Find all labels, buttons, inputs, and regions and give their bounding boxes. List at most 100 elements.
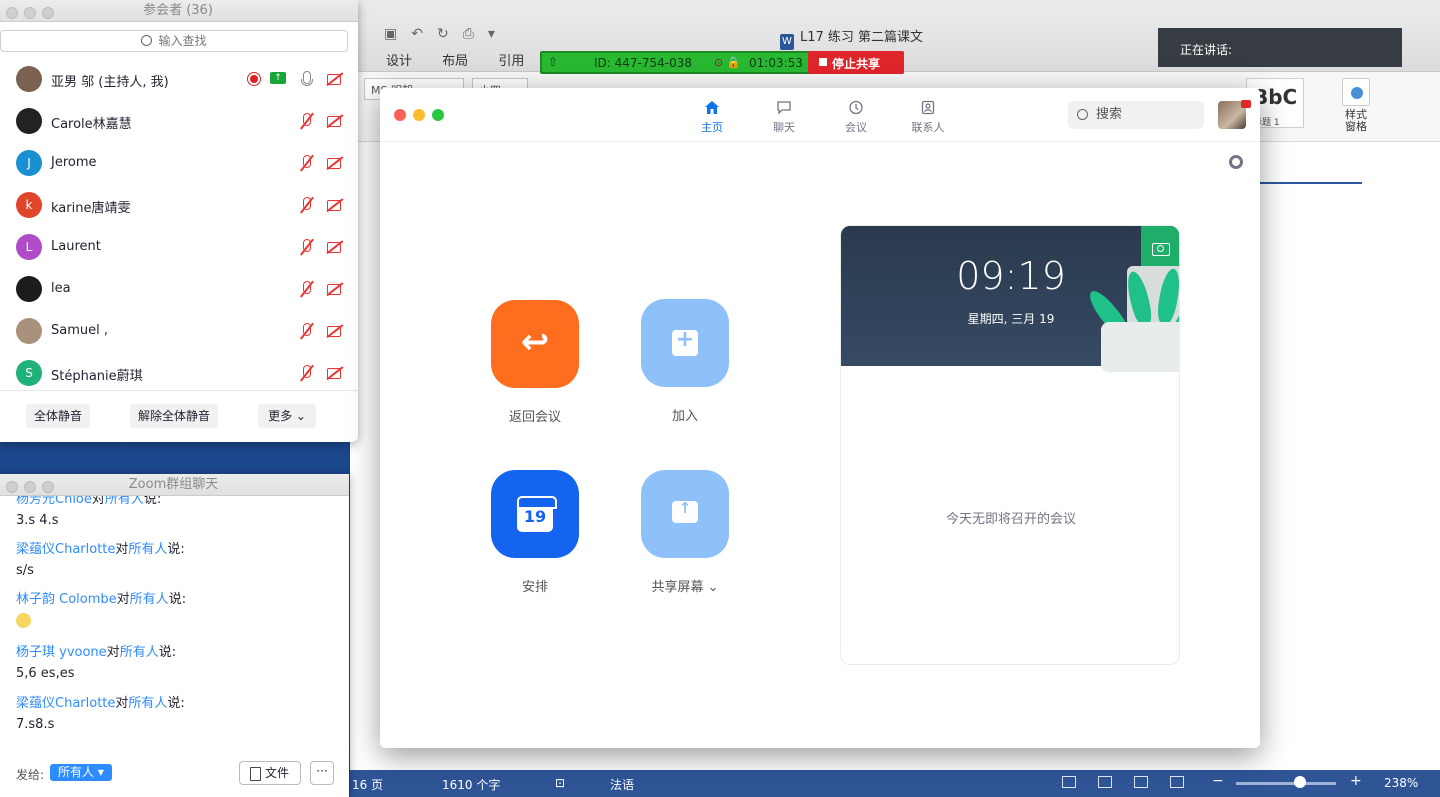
participant-row[interactable]: lea bbox=[0, 268, 358, 310]
join-button[interactable]: 加入 bbox=[641, 299, 729, 424]
chat-recipient[interactable]: 所有人 bbox=[120, 645, 159, 660]
camera-off-icon[interactable] bbox=[326, 70, 344, 88]
minimize-icon[interactable] bbox=[24, 481, 36, 493]
file-button[interactable]: 文件 bbox=[239, 761, 301, 785]
mic-muted-icon[interactable] bbox=[298, 322, 316, 340]
participants-footer: 全体静音 解除全体静音 更多 ⌄ bbox=[0, 390, 358, 442]
search-icon bbox=[141, 35, 153, 46]
camera-off-icon[interactable] bbox=[326, 154, 344, 172]
zoom-icon[interactable] bbox=[42, 7, 54, 19]
tab-chat[interactable]: 聊天 bbox=[754, 100, 814, 135]
status-language[interactable]: 法语 bbox=[610, 776, 634, 793]
participant-name: Carole林嘉慧 bbox=[51, 117, 132, 132]
participant-row[interactable]: 亚男 邬 (主持人, 我) ↑ bbox=[0, 58, 358, 100]
share-screen-button[interactable]: 共享屏幕 ⌄ bbox=[641, 470, 741, 595]
tab-contacts-label: 联系人 bbox=[911, 121, 945, 134]
mic-muted-icon[interactable] bbox=[298, 154, 316, 172]
mic-muted-icon[interactable] bbox=[298, 196, 316, 214]
style-pane-button[interactable]: 样式 窗格 bbox=[1336, 78, 1376, 133]
mic-muted-icon[interactable] bbox=[298, 112, 316, 130]
close-icon[interactable] bbox=[394, 109, 406, 121]
mic-muted-icon[interactable] bbox=[298, 364, 316, 382]
chat-recipient[interactable]: 所有人 bbox=[128, 696, 167, 711]
zoom-window-controls[interactable] bbox=[394, 109, 451, 125]
tab-home[interactable]: 主页 bbox=[682, 100, 742, 135]
chat-more-button[interactable]: ··· bbox=[310, 761, 334, 785]
send-to-select[interactable]: 所有人 ▾ bbox=[50, 764, 112, 781]
status-page-count[interactable]: 16 页 bbox=[352, 776, 383, 793]
minimize-icon[interactable] bbox=[24, 7, 36, 19]
participant-row[interactable]: Samuel , bbox=[0, 310, 358, 352]
screen-share-toolbar[interactable]: ⇧ ID: 447-754-038 ⊙ 🔒 01:03:53 停止共享 bbox=[540, 51, 904, 74]
participant-row[interactable]: J Jerome bbox=[0, 142, 358, 184]
participant-row[interactable]: S Stéphanie蔚琪 bbox=[0, 352, 358, 388]
tab-meetings[interactable]: 会议 bbox=[826, 100, 886, 135]
chat-sender-name[interactable]: 杨子琪 yvoone bbox=[16, 645, 107, 660]
gear-icon[interactable] bbox=[1229, 155, 1243, 169]
print-layout-icon[interactable] bbox=[1062, 776, 1076, 788]
zoom-slider-knob[interactable] bbox=[1294, 776, 1306, 788]
zoom-out-icon[interactable]: − bbox=[1212, 773, 1224, 789]
close-icon[interactable] bbox=[6, 7, 18, 19]
mute-all-button[interactable]: 全体静音 bbox=[26, 404, 90, 428]
tab-contacts[interactable]: 联系人 bbox=[898, 100, 958, 135]
zoom-slider[interactable] bbox=[1236, 782, 1336, 785]
chat-sender-name[interactable]: 梁蕴仪Charlotte bbox=[16, 696, 115, 711]
word-quick-access-toolbar[interactable]: ▣↶↻⎙▾ bbox=[384, 26, 509, 42]
web-layout-icon[interactable] bbox=[1098, 776, 1112, 788]
share-up-icon[interactable] bbox=[641, 470, 729, 558]
zoom-icon[interactable] bbox=[42, 481, 54, 493]
participant-row[interactable]: L Laurent bbox=[0, 226, 358, 268]
chat-message-text bbox=[16, 613, 186, 632]
chat-to-word: 对 bbox=[116, 592, 130, 607]
window-controls[interactable] bbox=[6, 5, 60, 27]
camera-off-icon[interactable] bbox=[326, 280, 344, 298]
word-tab-references[interactable]: 引用 bbox=[498, 54, 524, 69]
plus-icon[interactable] bbox=[641, 299, 729, 387]
tab-home-label: 主页 bbox=[701, 121, 723, 134]
minimize-icon[interactable] bbox=[413, 109, 425, 121]
zoom-search-input[interactable]: 搜索 bbox=[1068, 101, 1204, 129]
camera-off-icon[interactable] bbox=[326, 112, 344, 130]
zoom-icon[interactable] bbox=[432, 109, 444, 121]
participant-row[interactable]: k karine唐靖雯 bbox=[0, 184, 358, 226]
chat-sender-line: 杨芳元Chloe对所有人说: bbox=[16, 496, 161, 507]
camera-off-icon[interactable] bbox=[326, 196, 344, 214]
mic-icon[interactable] bbox=[298, 70, 316, 88]
chat-sender-name[interactable]: 梁蕴仪Charlotte bbox=[16, 542, 115, 557]
close-icon[interactable] bbox=[6, 481, 18, 493]
mic-muted-icon[interactable] bbox=[298, 280, 316, 298]
return-meeting-button[interactable]: 返回会议 bbox=[491, 300, 579, 425]
word-tab-layout[interactable]: 布局 bbox=[442, 54, 468, 69]
status-word-count[interactable]: 1610 个字 bbox=[442, 776, 500, 793]
return-arrow-icon[interactable] bbox=[491, 300, 579, 388]
chat-titlebar: Zoom群组聊天 bbox=[0, 474, 349, 496]
more-button[interactable]: 更多 ⌄ bbox=[258, 404, 316, 428]
word-tab-design[interactable]: 设计 bbox=[386, 54, 412, 69]
participants-search-input[interactable]: 输入查找 bbox=[0, 30, 348, 52]
proofing-icon[interactable]: ⊡ bbox=[555, 776, 565, 790]
chat-sender-name[interactable]: 杨芳元Chloe bbox=[16, 496, 92, 507]
chat-recipient[interactable]: 所有人 bbox=[128, 542, 167, 557]
calendar-icon[interactable]: 19 bbox=[491, 470, 579, 558]
participants-list: 亚男 邬 (主持人, 我) ↑ Carole林嘉慧 J Jerome k karine唐靖雯… bbox=[0, 58, 358, 388]
avatar: L bbox=[16, 234, 42, 260]
outline-view-icon[interactable] bbox=[1134, 776, 1148, 788]
zoom-in-icon[interactable]: + bbox=[1350, 773, 1362, 789]
unmute-all-button[interactable]: 解除全体静音 bbox=[130, 404, 218, 428]
camera-off-icon[interactable] bbox=[326, 364, 344, 382]
chat-recipient[interactable]: 所有人 bbox=[105, 496, 144, 507]
mic-muted-icon[interactable] bbox=[298, 238, 316, 256]
draft-view-icon[interactable] bbox=[1170, 776, 1184, 788]
share-pin-icon[interactable]: ⇧ bbox=[548, 55, 558, 69]
profile-avatar[interactable] bbox=[1218, 100, 1251, 129]
participant-name: Samuel , bbox=[51, 323, 108, 338]
participant-row[interactable]: Carole林嘉慧 bbox=[0, 100, 358, 142]
chat-recipient[interactable]: 所有人 bbox=[130, 592, 169, 607]
chat-sender-name[interactable]: 林子韵 Colombe bbox=[16, 592, 117, 607]
camera-off-icon[interactable] bbox=[326, 322, 344, 340]
stop-share-button[interactable]: 停止共享 bbox=[808, 51, 904, 74]
camera-off-icon[interactable] bbox=[326, 238, 344, 256]
status-zoom-level[interactable]: 238% bbox=[1384, 776, 1418, 790]
schedule-button[interactable]: 19 安排 bbox=[491, 470, 579, 595]
